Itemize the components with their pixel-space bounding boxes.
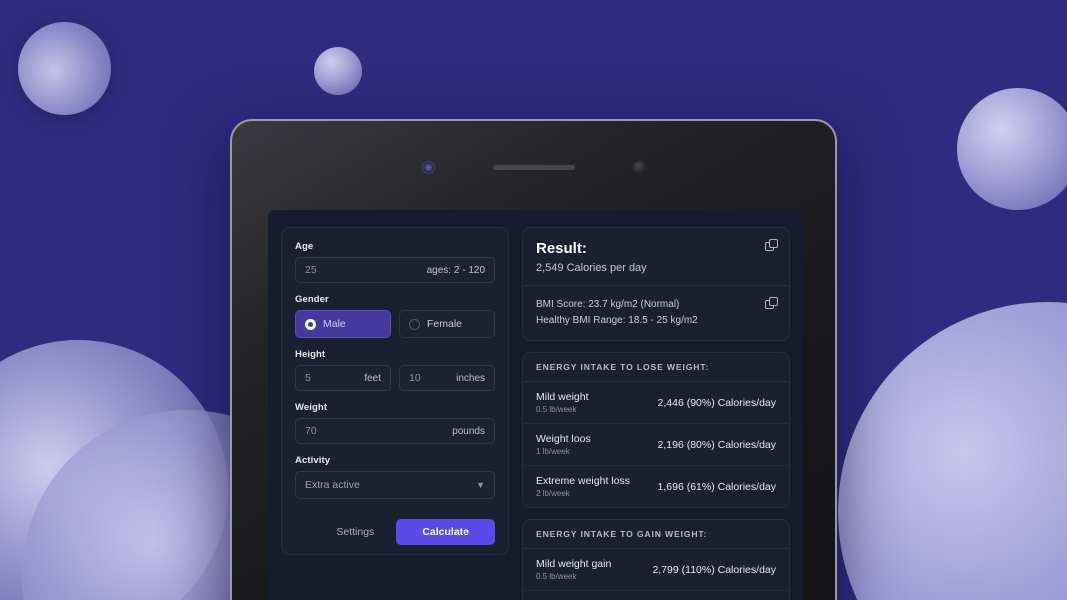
gender-female-label: Female xyxy=(427,318,463,330)
result-card: Result: 2,549 Calories per day BMI Score… xyxy=(522,227,790,341)
row-value: 2,446 (90%) Calories/day xyxy=(657,396,776,409)
row-label: Mild weight xyxy=(536,391,589,403)
table-row[interactable]: Extreme weight loss 2 lb/week 1,696 (61%… xyxy=(523,466,789,507)
row-label: Weight loos xyxy=(536,433,591,445)
row-label: Mild weight gain xyxy=(536,558,612,570)
lose-weight-panel: ENERGY INTAKE TO LOSE WEIGHT: Mild weigh… xyxy=(522,352,790,508)
copy-icon-front-square xyxy=(769,239,778,248)
result-calories: 2,549 Calories per day xyxy=(536,262,647,274)
height-inches-value: 10 xyxy=(409,372,421,384)
row-value: 2,196 (80%) Calories/day xyxy=(657,438,776,451)
calculator-form-card: Age 25 ages: 2 - 120 Gender Male Female xyxy=(281,227,509,555)
gain-weight-heading: ENERGY INTAKE TO GAIN WEIGHT: xyxy=(523,520,789,549)
lose-weight-heading: ENERGY INTAKE TO LOSE WEIGHT: xyxy=(523,353,789,382)
tablet-device: Age 25 ages: 2 - 120 Gender Male Female xyxy=(230,119,837,600)
copy-icon-bmi[interactable] xyxy=(765,297,778,310)
results-column: Result: 2,549 Calories per day BMI Score… xyxy=(522,227,790,600)
weight-label: Weight xyxy=(295,402,328,413)
height-feet-value: 5 xyxy=(305,372,311,384)
activity-select[interactable]: Extra active ▼ xyxy=(295,471,495,499)
gender-male-label: Male xyxy=(323,318,346,330)
table-row[interactable]: Mild weight gain 0.5 lb/week 2,799 (110%… xyxy=(523,549,789,591)
decorative-sphere-top-right xyxy=(957,88,1067,210)
row-labels: Mild weight gain 0.5 lb/week xyxy=(536,558,611,581)
gender-option-female[interactable]: Female xyxy=(399,310,495,338)
row-label: Extreme weight loss xyxy=(536,475,630,487)
settings-button[interactable]: Settings xyxy=(330,522,380,542)
table-row[interactable]: Weight gain xyxy=(523,591,789,600)
copy-icon-front-square xyxy=(769,297,778,306)
height-feet-input[interactable]: 5 feet xyxy=(295,365,391,391)
radio-icon-male xyxy=(305,318,316,330)
speaker-grille-icon xyxy=(493,164,575,170)
device-bezel xyxy=(232,159,835,175)
bmi-score: BMI Score: 23.7 kg/m2 (Normal) xyxy=(536,299,680,310)
table-row[interactable]: Mild weight 0.5 lb/week 2,446 (90%) Calo… xyxy=(523,382,789,424)
chevron-down-icon: ▼ xyxy=(476,480,485,490)
table-row[interactable]: Weight loos 1 lb/week 2,196 (80%) Calori… xyxy=(523,424,789,466)
row-labels: Weight loos 1 lb/week xyxy=(536,433,591,456)
bmi-summary: BMI Score: 23.7 kg/m2 (Normal) Healthy B… xyxy=(523,286,789,340)
weight-value: 70 xyxy=(305,425,317,437)
weight-unit: pounds xyxy=(452,425,485,437)
radio-icon-female xyxy=(409,318,420,330)
age-label: Age xyxy=(295,241,314,252)
weight-input[interactable]: 70 pounds xyxy=(295,418,495,444)
height-inches-unit: inches xyxy=(456,372,485,384)
age-hint: ages: 2 - 120 xyxy=(426,264,485,276)
gender-option-male[interactable]: Male xyxy=(295,310,391,338)
calculate-button[interactable]: Calculate xyxy=(396,519,495,545)
height-inputs: 5 feet 10 inches xyxy=(295,365,495,391)
row-rate: 0.5 lb/week xyxy=(536,405,577,414)
age-input[interactable]: 25 ages: 2 - 120 xyxy=(295,257,495,283)
row-rate: 2 lb/week xyxy=(536,489,570,498)
height-inches-input[interactable]: 10 inches xyxy=(399,365,495,391)
copy-icon-result[interactable] xyxy=(765,239,778,252)
app-screen: Age 25 ages: 2 - 120 Gender Male Female xyxy=(268,210,803,600)
sensor-icon xyxy=(633,161,645,173)
form-actions: Settings Calculate xyxy=(295,519,495,545)
row-labels: Extreme weight loss 2 lb/week xyxy=(536,475,630,498)
camera-icon xyxy=(422,160,435,174)
scene: Age 25 ages: 2 - 120 Gender Male Female xyxy=(0,0,1067,600)
row-labels: Mild weight 0.5 lb/week xyxy=(536,391,589,414)
row-value: 1,696 (61%) Calories/day xyxy=(657,480,776,493)
decorative-sphere-bottom-right xyxy=(838,302,1067,600)
height-label: Height xyxy=(295,349,326,360)
row-rate: 0.5 lb/week xyxy=(536,572,577,581)
result-title: Result: xyxy=(536,240,587,257)
row-value: 2,799 (110%) Calories/day xyxy=(652,563,776,576)
age-value: 25 xyxy=(305,264,317,276)
gain-weight-panel: ENERGY INTAKE TO GAIN WEIGHT: Mild weigh… xyxy=(522,519,790,600)
gender-radio-group: Male Female xyxy=(295,310,495,338)
activity-label: Activity xyxy=(295,455,331,466)
height-feet-unit: feet xyxy=(364,372,381,384)
gender-label: Gender xyxy=(295,294,329,305)
decorative-sphere-top-center xyxy=(314,47,362,95)
row-rate: 1 lb/week xyxy=(536,447,570,456)
result-summary: Result: 2,549 Calories per day xyxy=(523,228,789,285)
bmi-range: Healthy BMI Range: 18.5 - 25 kg/m2 xyxy=(536,314,698,326)
activity-value: Extra active xyxy=(305,479,360,491)
decorative-sphere-top-left xyxy=(18,22,111,115)
